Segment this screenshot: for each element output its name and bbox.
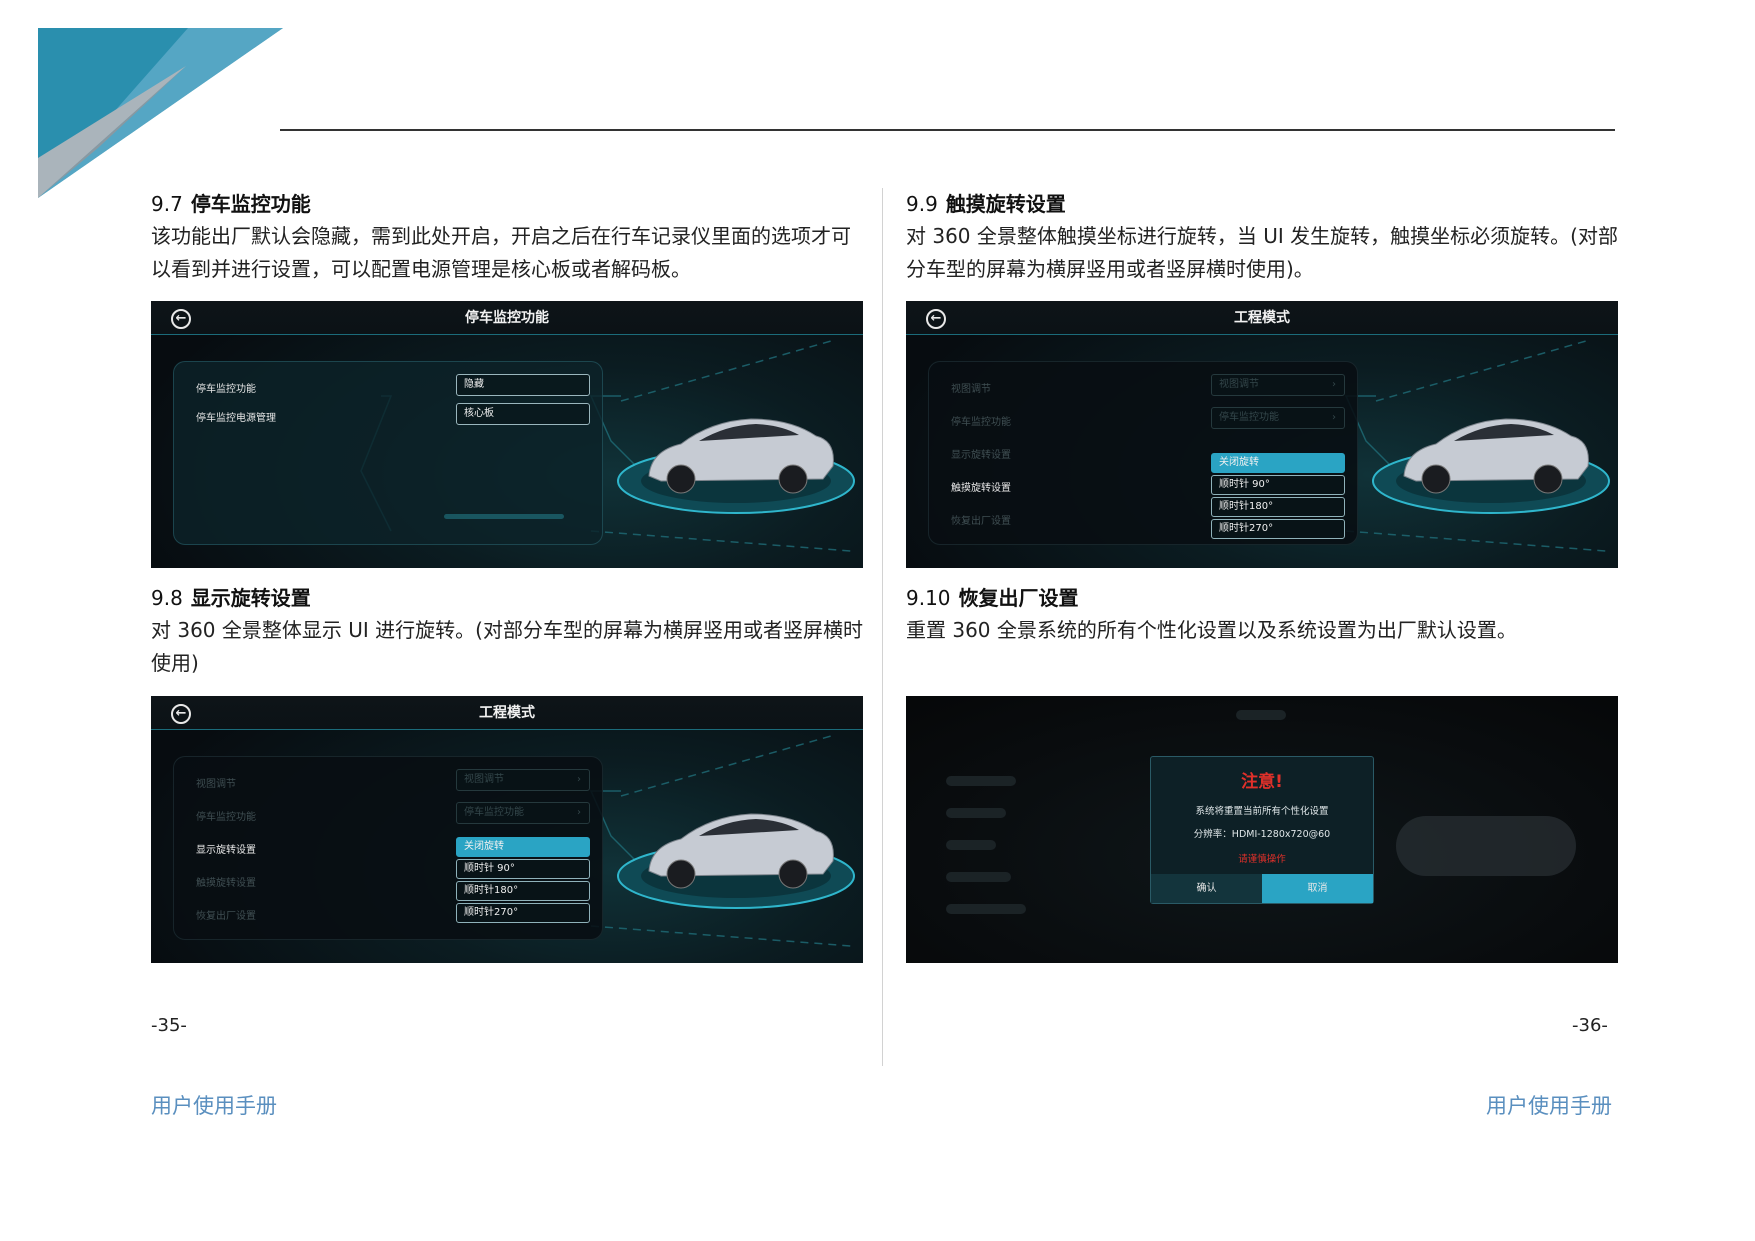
page-divider	[882, 188, 883, 1066]
setting-label-active: 显示旋转设置	[196, 845, 256, 856]
section-title: 显示旋转设置	[190, 586, 311, 610]
blurred-item	[946, 776, 1016, 786]
setting-value: 视图调节	[464, 774, 504, 785]
section-9-9-heading: 9.9 触摸旋转设置	[906, 190, 1066, 218]
rotation-option[interactable]: 顺时针270°	[456, 903, 590, 923]
setting-value-field[interactable]: 隐藏	[456, 374, 590, 396]
setting-value-field[interactable]: 停车监控功能 ›	[1211, 407, 1345, 429]
chevron-right-icon: ›	[577, 807, 581, 818]
section-number: 9.7	[151, 192, 183, 216]
setting-value-field[interactable]: 核心板	[456, 403, 590, 425]
rotation-option[interactable]: 顺时针270°	[1211, 519, 1345, 539]
dialog-title: 注意!	[1241, 772, 1283, 792]
settings-panel: 视图调节 视图调节 › 停车监控功能 停车监控功能 › 显示旋转设置 触摸旋转设置 …	[928, 361, 1358, 545]
setting-label: 恢复出厂设置	[951, 516, 1011, 527]
blurred-item	[946, 904, 1026, 914]
section-title: 停车监控功能	[190, 192, 311, 216]
section-9-10-heading: 9.10 恢复出厂设置	[906, 584, 1079, 612]
section-9-8-body: 对 360 全景整体显示 UI 进行旋转。(对部分车型的屏幕为横屏竖用或者竖屏横…	[151, 618, 863, 675]
dialog-message: 系统将重置当前所有个性化设置	[1195, 806, 1329, 817]
section-9-10-body: 重置 360 全景系统的所有个性化设置以及系统设置为出厂默认设置。	[906, 618, 1517, 642]
confirm-dialog: 注意! 系统将重置当前所有个性化设置 分辨率：HDMI-1280x720@60 …	[1150, 756, 1374, 904]
setting-label: 触摸旋转设置	[196, 878, 256, 889]
setting-value-field[interactable]: 停车监控功能 ›	[456, 802, 590, 824]
rotation-option-selected[interactable]: 关闭旋转	[1211, 453, 1345, 473]
rotation-option[interactable]: 顺时针 90°	[456, 859, 590, 879]
section-9-7-heading: 9.7 停车监控功能	[151, 190, 311, 218]
section-title: 触摸旋转设置	[945, 192, 1066, 216]
page-number: -35-	[151, 1015, 187, 1036]
blurred-title	[1236, 710, 1286, 720]
setting-label: 视图调节	[951, 384, 991, 395]
footer-title: 用户使用手册	[1486, 1094, 1612, 1118]
setting-label: 恢复出厂设置	[196, 911, 256, 922]
setting-label: 视图调节	[196, 779, 236, 790]
blurred-item	[946, 808, 1006, 818]
setting-label: 停车监控电源管理	[196, 413, 276, 424]
rotation-option[interactable]: 顺时针180°	[456, 881, 590, 901]
setting-value-field[interactable]: 视图调节 ›	[456, 769, 590, 791]
setting-label: 停车监控功能	[951, 417, 1011, 428]
chevron-right-icon: ›	[577, 774, 581, 785]
cancel-button[interactable]: 取消	[1262, 874, 1373, 903]
section-title: 恢复出厂设置	[958, 586, 1079, 610]
footer-title: 用户使用手册	[151, 1094, 277, 1118]
screen-title: 停车监控功能	[465, 310, 549, 326]
rotation-option[interactable]: 顺时针180°	[1211, 497, 1345, 517]
screen-display-rotation: ← 工程模式 视图调节 视图调节 › 停车监控功能 停车监控功能 › 显示旋转设置 …	[151, 696, 863, 963]
page-number: -36-	[1572, 1015, 1608, 1036]
setting-value-field[interactable]: 视图调节 ›	[1211, 374, 1345, 396]
dialog-warning: 请谨慎操作	[1238, 854, 1286, 865]
blurred-item	[946, 840, 996, 850]
screen-factory-reset: 注意! 系统将重置当前所有个性化设置 分辨率：HDMI-1280x720@60 …	[906, 696, 1618, 963]
confirm-button[interactable]: 确认	[1151, 874, 1262, 903]
setting-value: 停车监控功能	[1219, 412, 1279, 423]
corner-decoration	[38, 28, 283, 198]
setting-value: 视图调节	[1219, 379, 1259, 390]
section-number: 9.8	[151, 586, 183, 610]
blurred-car	[1396, 816, 1576, 876]
screen-parking-monitor: ← 停车监控功能 停车监控功能 隐藏 停车监控电源管理 核心板	[151, 301, 863, 568]
chevron-right-icon: ›	[1332, 379, 1336, 390]
settings-panel: 停车监控功能 隐藏 停车监控电源管理 核心板	[173, 361, 603, 545]
setting-label-active: 触摸旋转设置	[951, 483, 1011, 494]
screen-title: 工程模式	[479, 705, 535, 721]
setting-label: 显示旋转设置	[951, 450, 1011, 461]
section-9-9-body: 对 360 全景整体触摸坐标进行旋转，当 UI 发生旋转，触摸坐标必须旋转。(对…	[906, 224, 1618, 281]
section-number: 9.9	[906, 192, 938, 216]
section-number: 9.10	[906, 586, 951, 610]
scrollbar	[444, 514, 564, 519]
setting-value: 停车监控功能	[464, 807, 524, 818]
section-9-8-heading: 9.8 显示旋转设置	[151, 584, 311, 612]
blurred-item	[946, 872, 1011, 882]
section-9-7-body: 该功能出厂默认会隐藏，需到此处开启，开启之后在行车记录仪里面的选项才可以看到并进…	[151, 224, 851, 281]
dialog-resolution: 分辨率：HDMI-1280x720@60	[1193, 829, 1331, 840]
rotation-option[interactable]: 顺时针 90°	[1211, 475, 1345, 495]
setting-label: 停车监控功能	[196, 812, 256, 823]
screen-title: 工程模式	[1234, 310, 1290, 326]
chevron-right-icon: ›	[1332, 412, 1336, 423]
screen-touch-rotation: ← 工程模式 视图调节 视图调节 › 停车监控功能 停车监控功能 › 显示旋转设置 …	[906, 301, 1618, 568]
settings-panel: 视图调节 视图调节 › 停车监控功能 停车监控功能 › 显示旋转设置 触摸旋转设置 …	[173, 756, 603, 940]
header-rule	[280, 129, 1615, 131]
rotation-option-selected[interactable]: 关闭旋转	[456, 837, 590, 857]
setting-label: 停车监控功能	[196, 384, 256, 395]
